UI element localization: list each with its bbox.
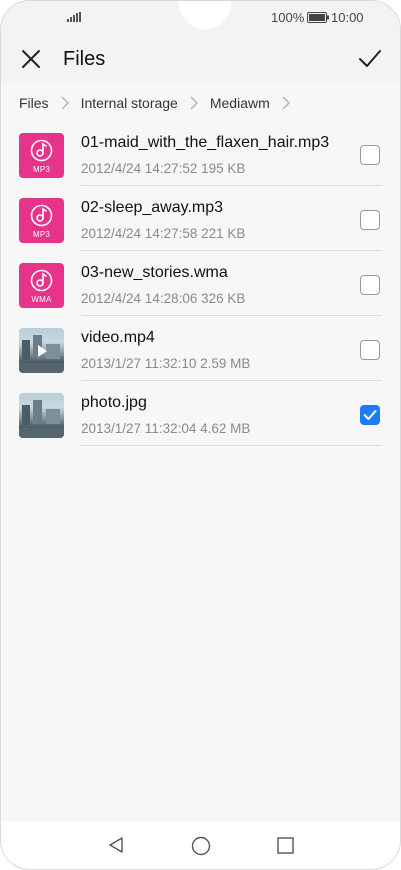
home-circle-icon[interactable] xyxy=(191,836,211,856)
chevron-right-icon xyxy=(61,96,69,110)
page-title: Files xyxy=(63,48,106,70)
back-triangle-icon[interactable] xyxy=(107,836,125,854)
video-thumbnail xyxy=(19,328,64,373)
file-type-label: MP3 xyxy=(32,165,51,174)
thumbnail-water xyxy=(19,428,64,438)
play-icon xyxy=(38,345,47,357)
thumbnail-water xyxy=(19,363,64,373)
file-name: 03-new_stories.wma xyxy=(81,264,228,281)
status-bar: 100% 10:00 xyxy=(1,1,400,35)
music-file-icon: WMA xyxy=(19,263,64,308)
clock: 10:00 xyxy=(331,10,364,25)
chevron-right-icon xyxy=(190,96,198,110)
music-note-icon xyxy=(30,139,53,162)
battery-icon xyxy=(307,12,329,23)
file-type-label: WMA xyxy=(31,295,52,304)
music-note-icon xyxy=(30,204,53,227)
battery-percent: 100% xyxy=(271,10,305,25)
thumbnail-building xyxy=(46,344,60,359)
camera-notch xyxy=(179,1,231,29)
file-row[interactable]: MP3 01-maid_with_the_flaxen_hair.mp3 201… xyxy=(1,121,400,186)
file-row[interactable]: WMA 03-new_stories.wma 2012/4/24 14:28:0… xyxy=(1,251,400,316)
file-name: video.mp4 xyxy=(81,329,155,346)
file-meta: 2012/4/24 14:28:06 326 KB xyxy=(81,291,246,306)
music-file-icon: MP3 xyxy=(19,198,64,243)
music-note-icon xyxy=(30,269,53,292)
file-list: MP3 01-maid_with_the_flaxen_hair.mp3 201… xyxy=(1,121,400,446)
check-icon[interactable] xyxy=(357,46,383,72)
thumbnail-building xyxy=(22,340,30,360)
music-file-icon: MP3 xyxy=(19,133,64,178)
checkmark-icon xyxy=(363,410,377,420)
app-bar: Files xyxy=(1,35,400,83)
file-name: 01-maid_with_the_flaxen_hair.mp3 xyxy=(81,134,330,151)
file-type-label: MP3 xyxy=(32,230,51,239)
file-meta: 2012/4/24 14:27:52 195 KB xyxy=(81,161,246,176)
file-meta: 2013/1/27 11:32:10 2.59 MB xyxy=(81,356,251,371)
divider xyxy=(81,445,382,446)
system-nav-bar xyxy=(1,821,400,869)
signal-icon xyxy=(67,12,81,22)
breadcrumb-files[interactable]: Files xyxy=(19,95,49,111)
breadcrumb: Files Internal storage Mediawm xyxy=(19,85,390,121)
breadcrumb-internal-storage[interactable]: Internal storage xyxy=(81,95,178,111)
thumbnail-building xyxy=(46,409,60,424)
close-icon[interactable] xyxy=(19,47,43,71)
thumbnail-building xyxy=(33,400,42,424)
phone-screen: 100% 10:00 Files Files Internal storage … xyxy=(0,0,401,870)
thumbnail-building xyxy=(22,405,30,425)
file-meta: 2013/1/27 11:32:04 4.62 MB xyxy=(81,421,251,436)
file-meta: 2012/4/24 14:27:58 221 KB xyxy=(81,226,246,241)
chevron-right-icon xyxy=(282,96,290,110)
file-name: photo.jpg xyxy=(81,394,147,411)
select-checkbox[interactable] xyxy=(360,275,380,295)
file-name: 02-sleep_away.mp3 xyxy=(81,199,224,216)
select-checkbox-checked[interactable] xyxy=(360,405,380,425)
file-row[interactable]: MP3 02-sleep_away.mp3 2012/4/24 14:27:58… xyxy=(1,186,400,251)
photo-thumbnail xyxy=(19,393,64,438)
file-row[interactable]: photo.jpg 2013/1/27 11:32:04 4.62 MB xyxy=(1,381,400,446)
recent-square-icon[interactable] xyxy=(277,837,294,854)
breadcrumb-mediawm[interactable]: Mediawm xyxy=(210,95,270,111)
file-row[interactable]: video.mp4 2013/1/27 11:32:10 2.59 MB xyxy=(1,316,400,381)
select-checkbox[interactable] xyxy=(360,210,380,230)
select-checkbox[interactable] xyxy=(360,340,380,360)
select-checkbox[interactable] xyxy=(360,145,380,165)
